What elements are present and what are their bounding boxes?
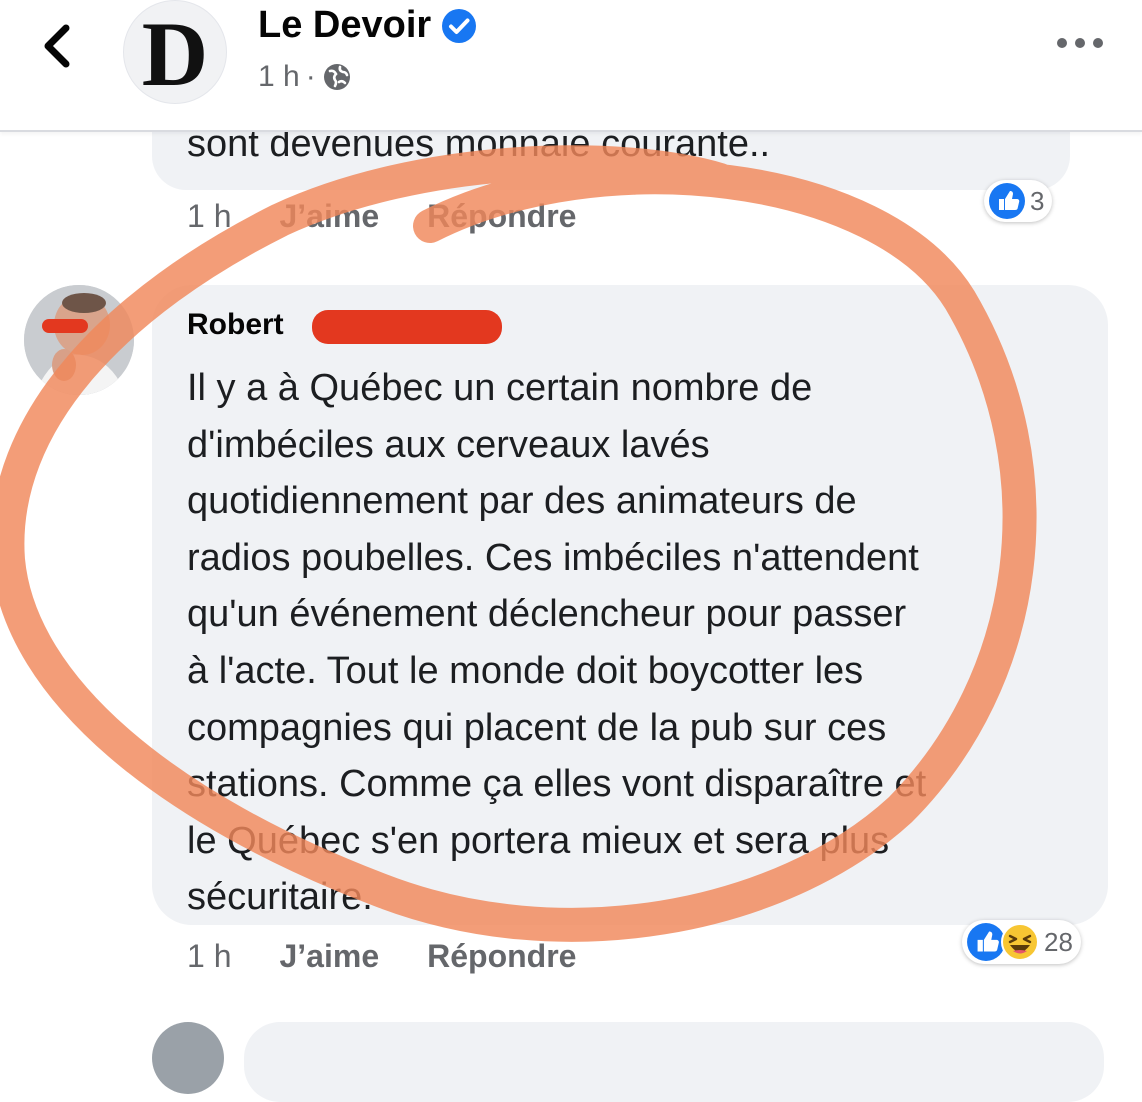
like-reaction-icon <box>989 183 1025 219</box>
post-header: D Le Devoir 1 h · <box>0 0 1142 132</box>
back-arrow-icon <box>44 24 70 68</box>
haha-reaction-icon <box>1001 923 1039 961</box>
comment-reactions[interactable]: 28 <box>962 920 1081 964</box>
commenter-avatar[interactable] <box>24 285 134 395</box>
comment-author-name[interactable]: Robert <box>187 308 284 342</box>
page-name[interactable]: Le Devoir <box>258 4 431 47</box>
verified-badge-icon <box>442 8 477 43</box>
post-time[interactable]: 1 h <box>258 60 300 94</box>
comment-like-button[interactable]: J’aime <box>279 938 379 975</box>
comment-reaction-count: 28 <box>1044 926 1073 957</box>
commenter-avatar-photo <box>24 285 134 395</box>
globe-icon <box>323 64 350 90</box>
previous-comment-reactions[interactable]: 3 <box>984 180 1053 222</box>
page-avatar-initial: D <box>141 3 209 104</box>
comment-time: 1 h <box>187 938 232 974</box>
post-meta: 1 h · <box>258 60 352 94</box>
previous-comment-actions: 1 h J’aime Répondre <box>187 198 576 235</box>
comment-text: Il y a à Québec un certain nombre de d'i… <box>187 367 927 919</box>
more-options-icon <box>1057 38 1103 48</box>
more-options-button[interactable] <box>1054 28 1106 58</box>
page-avatar[interactable]: D <box>123 0 227 104</box>
redaction-mark <box>312 310 502 344</box>
comment-reply-button[interactable]: Répondre <box>427 938 576 975</box>
page-name-row[interactable]: Le Devoir <box>258 4 477 47</box>
meta-separator: · <box>305 60 316 93</box>
next-commenter-avatar[interactable] <box>152 1022 224 1094</box>
previous-comment-like-button[interactable]: J’aime <box>279 198 379 235</box>
next-comment-bubble <box>244 1022 1104 1102</box>
previous-comment-reply-button[interactable]: Répondre <box>427 198 576 235</box>
previous-comment-time: 1 h <box>187 198 232 234</box>
comment-actions: 1 h J’aime Répondre <box>187 938 576 975</box>
previous-comment-reaction-count: 3 <box>1030 185 1045 216</box>
back-button[interactable] <box>28 18 84 74</box>
